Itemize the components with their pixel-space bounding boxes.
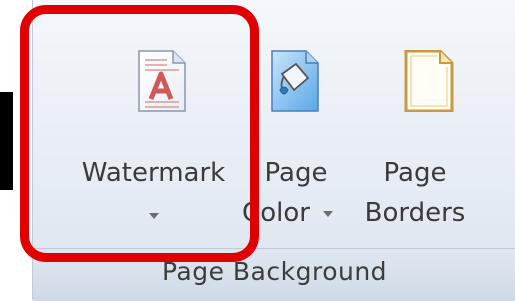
page-color-label-line1: Page — [264, 158, 328, 188]
page-color-button[interactable]: Page Color — [242, 0, 336, 248]
page-borders-button[interactable]: Page Borders — [336, 0, 494, 248]
adjacent-ribbon-fragment — [0, 92, 13, 190]
page-borders-label-line1: Page — [383, 158, 447, 188]
page-borders-icon — [404, 50, 454, 112]
page-color-icon — [271, 50, 319, 112]
page-borders-label-line2: Borders — [364, 198, 466, 228]
watermark-label: Watermark — [81, 158, 226, 188]
page-color-label-line2: Color — [242, 198, 310, 228]
page-background-group: Watermark Page Color Page Borders Page B… — [32, 0, 515, 301]
page-color-dropdown-arrow-icon[interactable] — [323, 211, 333, 217]
group-label-bar: Page Background — [33, 248, 515, 301]
watermark-button[interactable]: Watermark — [51, 0, 256, 248]
watermark-dropdown-arrow-icon[interactable] — [149, 213, 159, 219]
watermark-icon — [138, 50, 186, 112]
group-label: Page Background — [161, 257, 388, 286]
